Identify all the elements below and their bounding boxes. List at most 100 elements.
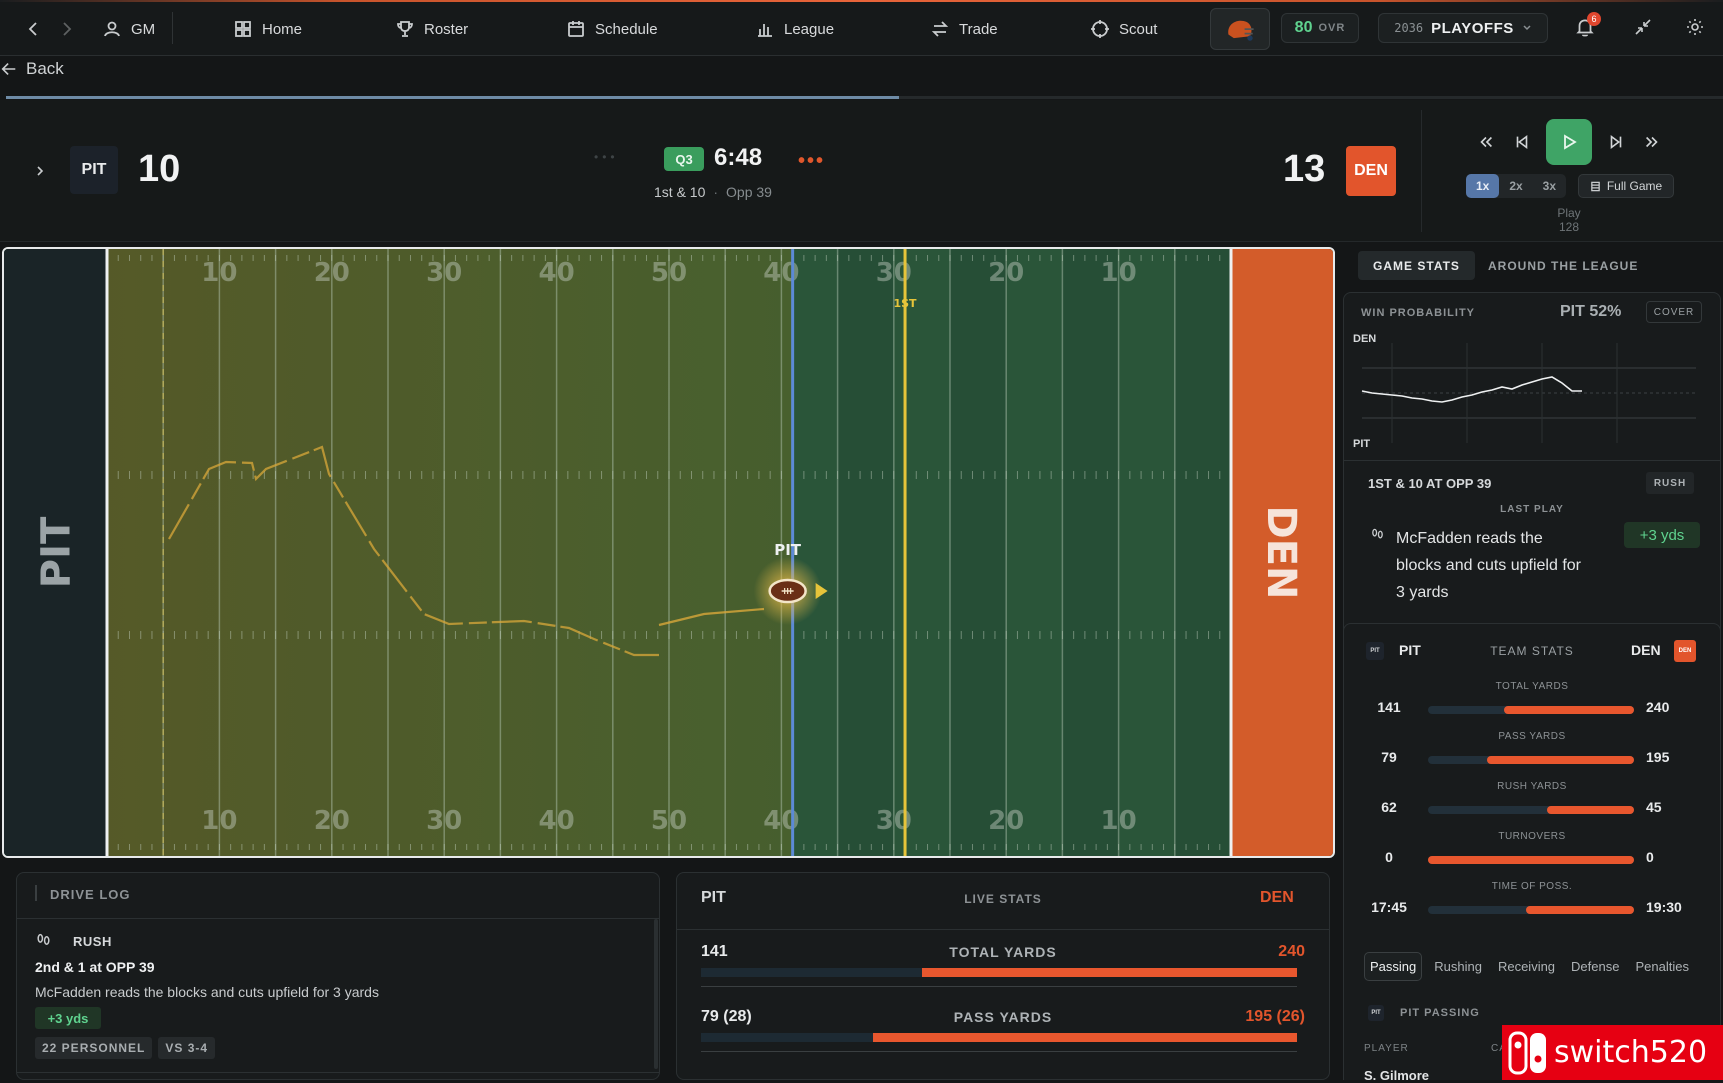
team-logo-button[interactable] <box>1210 8 1270 50</box>
team-stat-bar-fill <box>1504 706 1634 714</box>
team-stat-bar-fill <box>1547 806 1634 814</box>
box-tab-receiving[interactable]: Receiving <box>1494 953 1559 980</box>
live-stat-away: 240 <box>1278 943 1305 960</box>
season-selector[interactable]: 2036 PLAYOFFS <box>1378 13 1548 43</box>
live-stat-label: PASS YARDS <box>953 1009 1053 1025</box>
home-endzone-label: PIT <box>34 516 80 588</box>
tag-personnel: 22 PERSONNEL <box>35 1037 153 1059</box>
swap-icon <box>931 21 949 37</box>
yard-number: 10 <box>1101 806 1137 836</box>
team-stats-card: PIT PIT TEAM STATS DEN DEN TOTAL YARDS 14… <box>1343 623 1721 1083</box>
user-menu[interactable]: GM <box>102 2 155 56</box>
drive-log-title: DRIVE LOG <box>50 887 131 902</box>
chevron-right-icon[interactable] <box>34 164 46 178</box>
minimize-arrows-icon <box>1635 19 1651 35</box>
scoreboard: PIT 10 ••• Q3 6:48 1st & 10 · Opp 39 •••… <box>0 100 1723 242</box>
box-tab-defense[interactable]: Defense <box>1567 953 1623 980</box>
drive-entry-text: McFadden reads the blocks and cuts upfie… <box>35 984 379 1000</box>
team-stat-away: 195 <box>1646 749 1670 765</box>
last-play-type-badge: RUSH <box>1646 472 1694 494</box>
minimize-button[interactable] <box>1633 17 1653 42</box>
season-phase: PLAYOFFS <box>1431 19 1514 37</box>
nav-roster[interactable]: Roster <box>395 2 468 56</box>
last-play-gain: +3 yds <box>1624 522 1700 548</box>
yard-number: 20 <box>314 258 350 288</box>
live-stat-bar-fill <box>872 1033 1297 1042</box>
win-prob-title: WIN PROBABILITY <box>1361 307 1475 319</box>
calendar-icon <box>568 21 584 37</box>
drive-entry-type: RUSH <box>73 934 112 949</box>
team-stat-away: 45 <box>1646 799 1662 815</box>
gear-icon <box>1687 19 1703 35</box>
win-probability-card: WIN PROBABILITY PIT 52% COVER DEN PIT 1S… <box>1343 292 1721 664</box>
team-stat-label: TOTAL YARDS <box>1495 681 1569 692</box>
live-stats-title: LIVE STATS <box>964 892 1042 906</box>
nav-league[interactable]: League <box>755 2 834 56</box>
last-play-situation: 1ST & 10 AT OPP 39 <box>1368 476 1492 491</box>
cover-toggle[interactable]: COVER <box>1646 301 1702 323</box>
crosshair-icon <box>1091 20 1109 38</box>
footsteps-icon <box>1372 528 1383 539</box>
yard-number: 20 <box>988 258 1024 288</box>
skip-next-icon[interactable] <box>1607 133 1625 151</box>
nav-forward-arrow[interactable] <box>56 2 76 56</box>
nav-scout[interactable]: Scout <box>1090 2 1157 56</box>
team-stat-home: 17:45 <box>1371 899 1407 915</box>
nav-schedule[interactable]: Schedule <box>566 2 658 56</box>
live-stat-away: 195 (26) <box>1245 1008 1305 1025</box>
ovr-label: OVR <box>1318 22 1346 34</box>
speed-option[interactable]: 2x <box>1499 174 1532 198</box>
yard-number: 40 <box>539 258 575 288</box>
play-number: Play 128 <box>1557 206 1581 234</box>
fast-forward-icon[interactable] <box>1643 133 1661 151</box>
team-stat-label: TIME OF POSS. <box>1491 881 1573 892</box>
drive-entry-situation: 2nd & 1 at OPP 39 <box>35 959 155 975</box>
nav-trade[interactable]: Trade <box>930 2 998 56</box>
full-game-label: Full Game <box>1606 179 1663 193</box>
speed-option[interactable]: 3x <box>1533 174 1566 198</box>
game-progress-bar <box>6 96 1723 99</box>
team-stats-title: TEAM STATS <box>1490 644 1574 658</box>
win-probability-chart <box>1361 343 1696 443</box>
full-game-button[interactable]: Full Game <box>1578 174 1674 198</box>
box-tab-rushing[interactable]: Rushing <box>1430 953 1486 980</box>
play-button[interactable] <box>1546 119 1592 165</box>
speed-option[interactable]: 1x <box>1466 174 1500 198</box>
notifications-button[interactable]: 6 <box>1574 12 1601 40</box>
user-icon <box>104 21 120 37</box>
box-score-tabs: Passing Rushing Receiving Defense Penalties <box>1364 949 1693 983</box>
nav-scout-label: Scout <box>1119 20 1158 38</box>
tab-game-stats[interactable]: GAME STATS <box>1358 251 1475 280</box>
switch-logo-icon <box>1508 1031 1546 1074</box>
nav-home-label: Home <box>262 20 303 38</box>
watermark: switch520 <box>1502 1025 1723 1080</box>
game-progress-fill <box>6 96 900 99</box>
nav-home[interactable]: Home <box>233 2 302 56</box>
box-tab-penalties[interactable]: Penalties <box>1631 953 1692 980</box>
yard-number: 50 <box>651 806 687 836</box>
chevron-right-icon <box>63 22 72 36</box>
last-play-header: LAST PLAY <box>1500 504 1564 515</box>
tab-around-league[interactable]: AROUND THE LEAGUE <box>1488 251 1668 280</box>
notification-count-badge: 6 <box>1587 12 1601 26</box>
wp-line <box>1361 376 1582 403</box>
back-link[interactable]: Back <box>0 56 64 82</box>
nav-roster-label: Roster <box>424 20 469 38</box>
skip-previous-icon[interactable] <box>1513 133 1531 151</box>
bar-chart-icon <box>758 24 772 37</box>
rewind-icon[interactable] <box>1477 133 1495 151</box>
nav-trade-label: Trade <box>959 20 998 38</box>
yard-number: 30 <box>426 258 462 288</box>
tag-defense-front: VS 3-4 <box>158 1037 216 1059</box>
yard-number: 50 <box>651 258 687 288</box>
chevron-left-icon <box>28 22 37 36</box>
settings-button[interactable] <box>1685 17 1705 42</box>
live-stats-away: DEN <box>1260 889 1294 906</box>
home-grid-icon <box>235 21 251 37</box>
yard-number: 10 <box>201 806 237 836</box>
box-tab-passing[interactable]: Passing <box>1364 951 1423 981</box>
drive-log-scrollbar[interactable] <box>654 919 658 1069</box>
offense-territory-shade <box>107 249 793 856</box>
drive-entry-tags: 22 PERSONNEL VS 3-4 <box>35 1037 216 1059</box>
nav-back-arrow[interactable] <box>24 2 44 56</box>
